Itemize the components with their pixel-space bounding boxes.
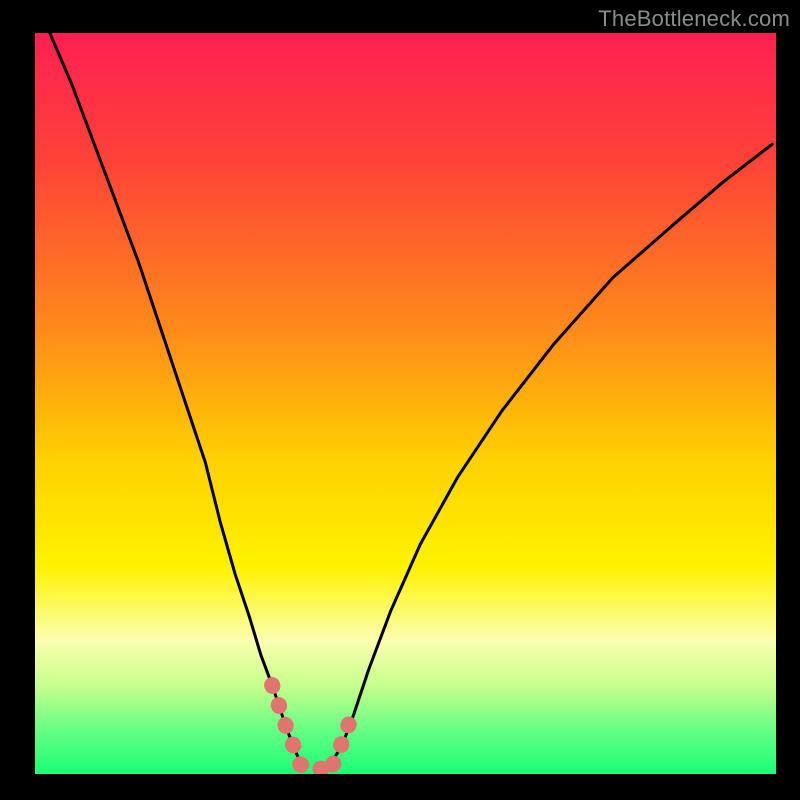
- bottleneck-chart: [0, 0, 800, 800]
- plot-background: [35, 33, 776, 774]
- chart-frame: TheBottleneck.com: [0, 0, 800, 800]
- watermark-text: TheBottleneck.com: [598, 6, 790, 32]
